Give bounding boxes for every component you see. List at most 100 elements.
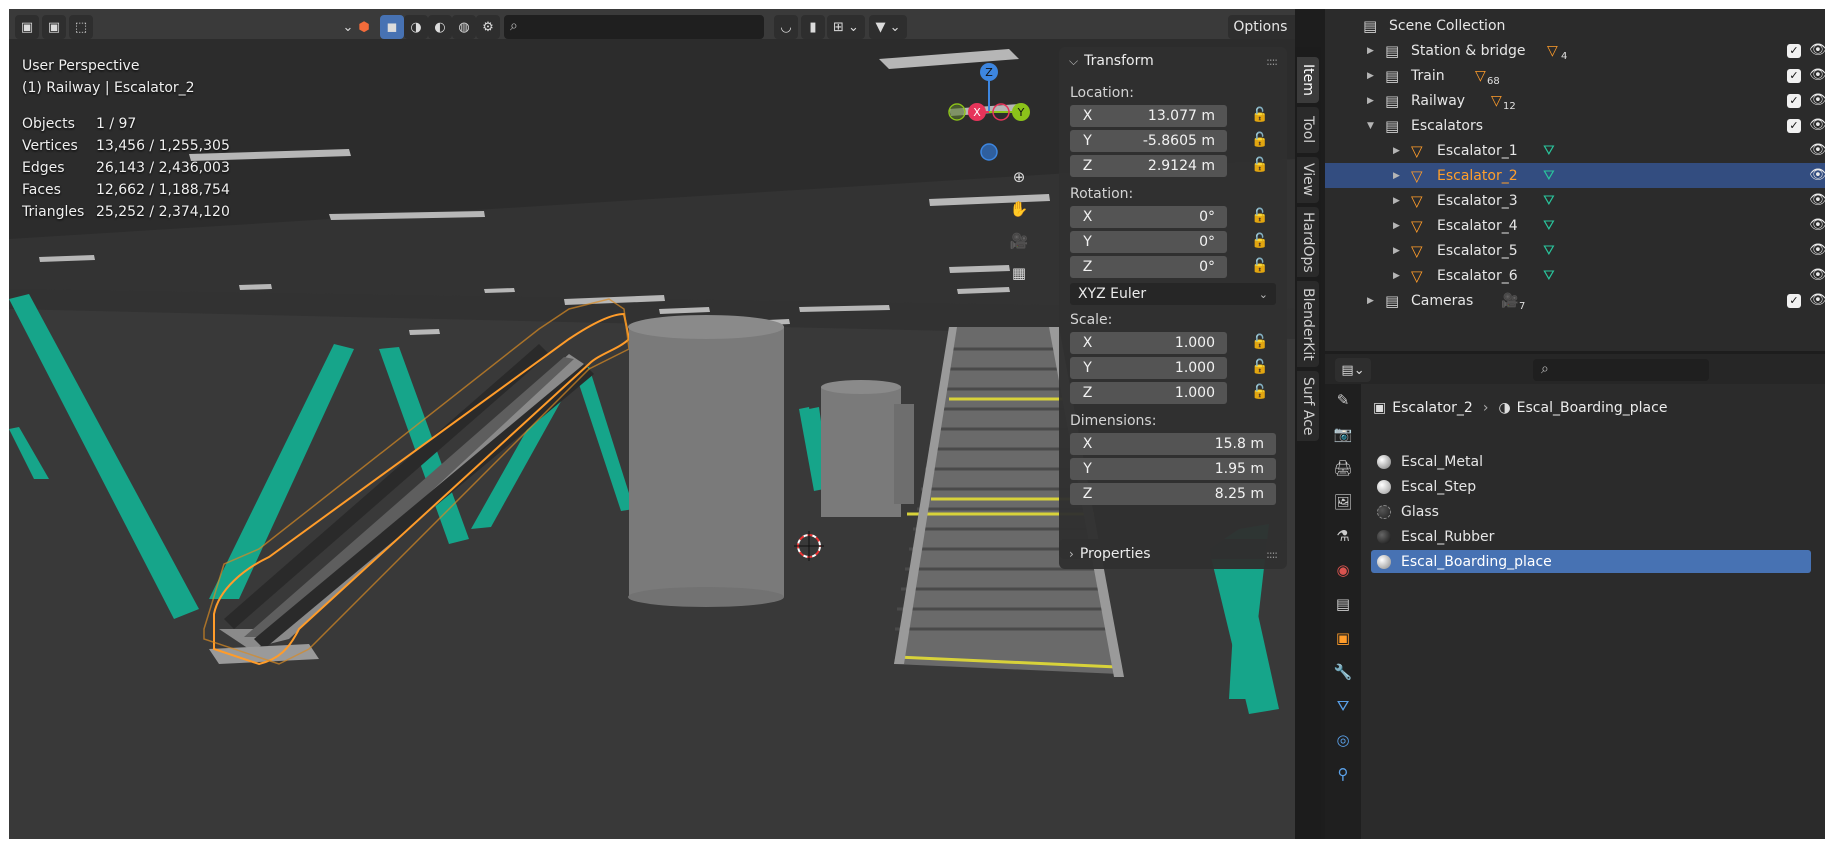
collection-tab-icon[interactable]: ▤: [1331, 592, 1355, 616]
lock-icon[interactable]: 🔓: [1251, 157, 1268, 173]
material-slot-selected[interactable]: Escal_Boarding_place: [1371, 550, 1811, 573]
tool-tab-icon[interactable]: ✎: [1331, 388, 1355, 412]
scale-z-field[interactable]: Z 1.000: [1070, 382, 1227, 404]
shading-wireframe-icon[interactable]: ◑: [404, 15, 428, 39]
material-slot[interactable]: Glass: [1371, 500, 1811, 523]
lock-icon[interactable]: 🔓: [1251, 208, 1268, 224]
camera-icon[interactable]: 🎥: [1005, 227, 1033, 255]
editor-type-icon[interactable]: ▤⌄: [1335, 358, 1371, 382]
select-subtract-icon[interactable]: ⬚: [69, 15, 93, 39]
view-layer-tab-icon[interactable]: 🖼: [1331, 490, 1355, 514]
particles-tab-icon[interactable]: ⛛: [1331, 694, 1355, 718]
mesh-data-icon[interactable]: ⛛: [1543, 243, 1555, 259]
select-box-icon[interactable]: ▣: [15, 15, 39, 39]
expand-arrow-icon[interactable]: ▶: [1367, 46, 1374, 56]
expand-arrow-icon[interactable]: ▶: [1367, 96, 1374, 106]
outliner-row-escalator-3[interactable]: ▶ ▽ Escalator_3 ⛛ 👁: [1325, 188, 1825, 213]
viewport-overlay-gizmo-icon[interactable]: ⬢: [352, 15, 376, 39]
rotation-x-field[interactable]: X 0°: [1070, 206, 1227, 228]
lock-icon[interactable]: 🔓: [1251, 233, 1268, 249]
3d-viewport[interactable]: ▣ ▣ ⬚ ⌄ ⬢ ◼ ◑ ◐ ◍ ⚙ ⌕ ◡ ▮ ⊞ ⌄ ▼ ⌄ Option…: [9, 9, 1295, 839]
material-slot[interactable]: Escal_Rubber: [1371, 525, 1811, 548]
output-tab-icon[interactable]: 🖨: [1331, 456, 1355, 480]
viewport-search-input[interactable]: ⌕: [504, 15, 764, 39]
select-extend-icon[interactable]: ▣: [42, 15, 66, 39]
dimension-y-field[interactable]: Y 1.95 m: [1070, 458, 1276, 480]
exclude-checkbox[interactable]: ✓: [1787, 44, 1801, 58]
shading-rendered-icon[interactable]: ◍: [452, 15, 476, 39]
render-tab-icon[interactable]: 📷: [1331, 422, 1355, 446]
eye-icon[interactable]: 👁: [1809, 167, 1825, 183]
lock-icon[interactable]: 🔓: [1251, 384, 1268, 400]
eye-icon[interactable]: 👁: [1809, 142, 1825, 158]
location-x-field[interactable]: X 13.077 m: [1070, 105, 1227, 127]
tab-hardops[interactable]: HardOps: [1297, 207, 1319, 277]
viewport-misc-icon[interactable]: ⚙: [476, 15, 500, 39]
scale-y-field[interactable]: Y 1.000: [1070, 357, 1227, 379]
drag-grip-icon[interactable]: ::::: [1266, 55, 1278, 68]
eye-icon[interactable]: 👁: [1809, 292, 1825, 308]
expand-arrow-icon[interactable]: ▶: [1393, 196, 1400, 206]
expand-arrow-icon[interactable]: ▶: [1367, 71, 1374, 81]
outliner-row-escalator-2[interactable]: ▶ ▽ Escalator_2 ⛛ 👁: [1325, 163, 1825, 188]
expand-arrow-icon[interactable]: ▶: [1393, 271, 1400, 281]
drag-grip-icon[interactable]: ::::: [1266, 548, 1278, 561]
mesh-data-icon[interactable]: ⛛: [1543, 168, 1555, 184]
outliner-row-escalators[interactable]: ▼ ▤ Escalators ✓ 👁: [1325, 113, 1825, 138]
modifier-tab-icon[interactable]: 🔧: [1331, 660, 1355, 684]
eye-icon[interactable]: 👁: [1809, 117, 1825, 133]
eye-icon[interactable]: 👁: [1809, 92, 1825, 108]
outliner-row-escalator-1[interactable]: ▶ ▽ Escalator_1 ⛛ 👁: [1325, 138, 1825, 163]
bookmark-icon[interactable]: ▮: [801, 15, 825, 39]
exclude-checkbox[interactable]: ✓: [1787, 119, 1801, 133]
material-slot[interactable]: Escal_Metal: [1371, 450, 1811, 473]
tab-surf-ace[interactable]: Surf Ace: [1297, 371, 1319, 441]
pan-hand-icon[interactable]: ✋: [1005, 195, 1033, 223]
filter-icon[interactable]: ▼ ⌄: [869, 15, 907, 39]
navigation-gizmo[interactable]: Z X Y: [929, 54, 1049, 174]
zoom-icon[interactable]: ⊕: [1005, 163, 1033, 191]
expand-arrow-icon[interactable]: ▶: [1393, 221, 1400, 231]
outliner-row-cameras[interactable]: ▶ ▤ Cameras 🎥 7 ✓ 👁: [1325, 288, 1825, 313]
eye-icon[interactable]: 👁: [1809, 242, 1825, 258]
outliner-row-escalator-4[interactable]: ▶ ▽ Escalator_4 ⛛ 👁: [1325, 213, 1825, 238]
expand-arrow-icon[interactable]: ▶: [1393, 246, 1400, 256]
physics-tab-icon[interactable]: ◎: [1331, 728, 1355, 752]
eye-icon[interactable]: 👁: [1809, 67, 1825, 83]
expand-arrow-icon[interactable]: ▶: [1393, 171, 1400, 181]
lock-icon[interactable]: 🔓: [1251, 359, 1268, 375]
lock-icon[interactable]: 🔓: [1251, 132, 1268, 148]
outliner-row-station-bridge[interactable]: ▶ ▤ Station & bridge ▽ 4 ✓ 👁: [1325, 38, 1825, 63]
eye-icon[interactable]: 👁: [1809, 267, 1825, 283]
location-z-field[interactable]: Z 2.9124 m: [1070, 155, 1227, 177]
exclude-checkbox[interactable]: ✓: [1787, 69, 1801, 83]
shading-solid-icon[interactable]: ◼: [380, 15, 404, 39]
world-tab-icon[interactable]: ◉: [1331, 558, 1355, 582]
shading-material-icon[interactable]: ◐: [428, 15, 452, 39]
mesh-data-icon[interactable]: ⛛: [1543, 218, 1555, 234]
lock-icon[interactable]: 🔓: [1251, 334, 1268, 350]
mesh-data-icon[interactable]: ⛛: [1543, 143, 1555, 159]
expand-arrow-icon[interactable]: ▶: [1367, 296, 1374, 306]
material-slot[interactable]: Escal_Step: [1371, 475, 1811, 498]
constraints-tab-icon[interactable]: ⚲: [1331, 762, 1355, 786]
collapse-icon[interactable]: ◡: [774, 15, 798, 39]
scale-x-field[interactable]: X 1.000: [1070, 332, 1227, 354]
eye-icon[interactable]: 👁: [1809, 42, 1825, 58]
outliner-row-railway[interactable]: ▶ ▤ Railway ▽ 12 ✓ 👁: [1325, 88, 1825, 113]
dimension-x-field[interactable]: X 15.8 m: [1070, 433, 1276, 455]
location-y-field[interactable]: Y -5.8605 m: [1070, 130, 1227, 152]
exclude-checkbox[interactable]: ✓: [1787, 94, 1801, 108]
ortho-grid-icon[interactable]: ▦: [1005, 259, 1033, 287]
tab-item[interactable]: Item: [1297, 57, 1319, 103]
tab-blenderkit[interactable]: BlenderKit: [1297, 281, 1319, 367]
exclude-checkbox[interactable]: ✓: [1787, 294, 1801, 308]
properties-panel-header[interactable]: › Properties ::::: [1059, 539, 1287, 569]
lock-icon[interactable]: 🔓: [1251, 258, 1268, 274]
tab-tool[interactable]: Tool: [1297, 107, 1319, 153]
lock-icon[interactable]: 🔓: [1251, 107, 1268, 123]
mesh-data-icon[interactable]: ⛛: [1543, 268, 1555, 284]
eye-icon[interactable]: 👁: [1809, 192, 1825, 208]
hierarchy-icon[interactable]: ⊞ ⌄: [827, 15, 865, 39]
expand-arrow-icon[interactable]: ▶: [1393, 146, 1400, 156]
